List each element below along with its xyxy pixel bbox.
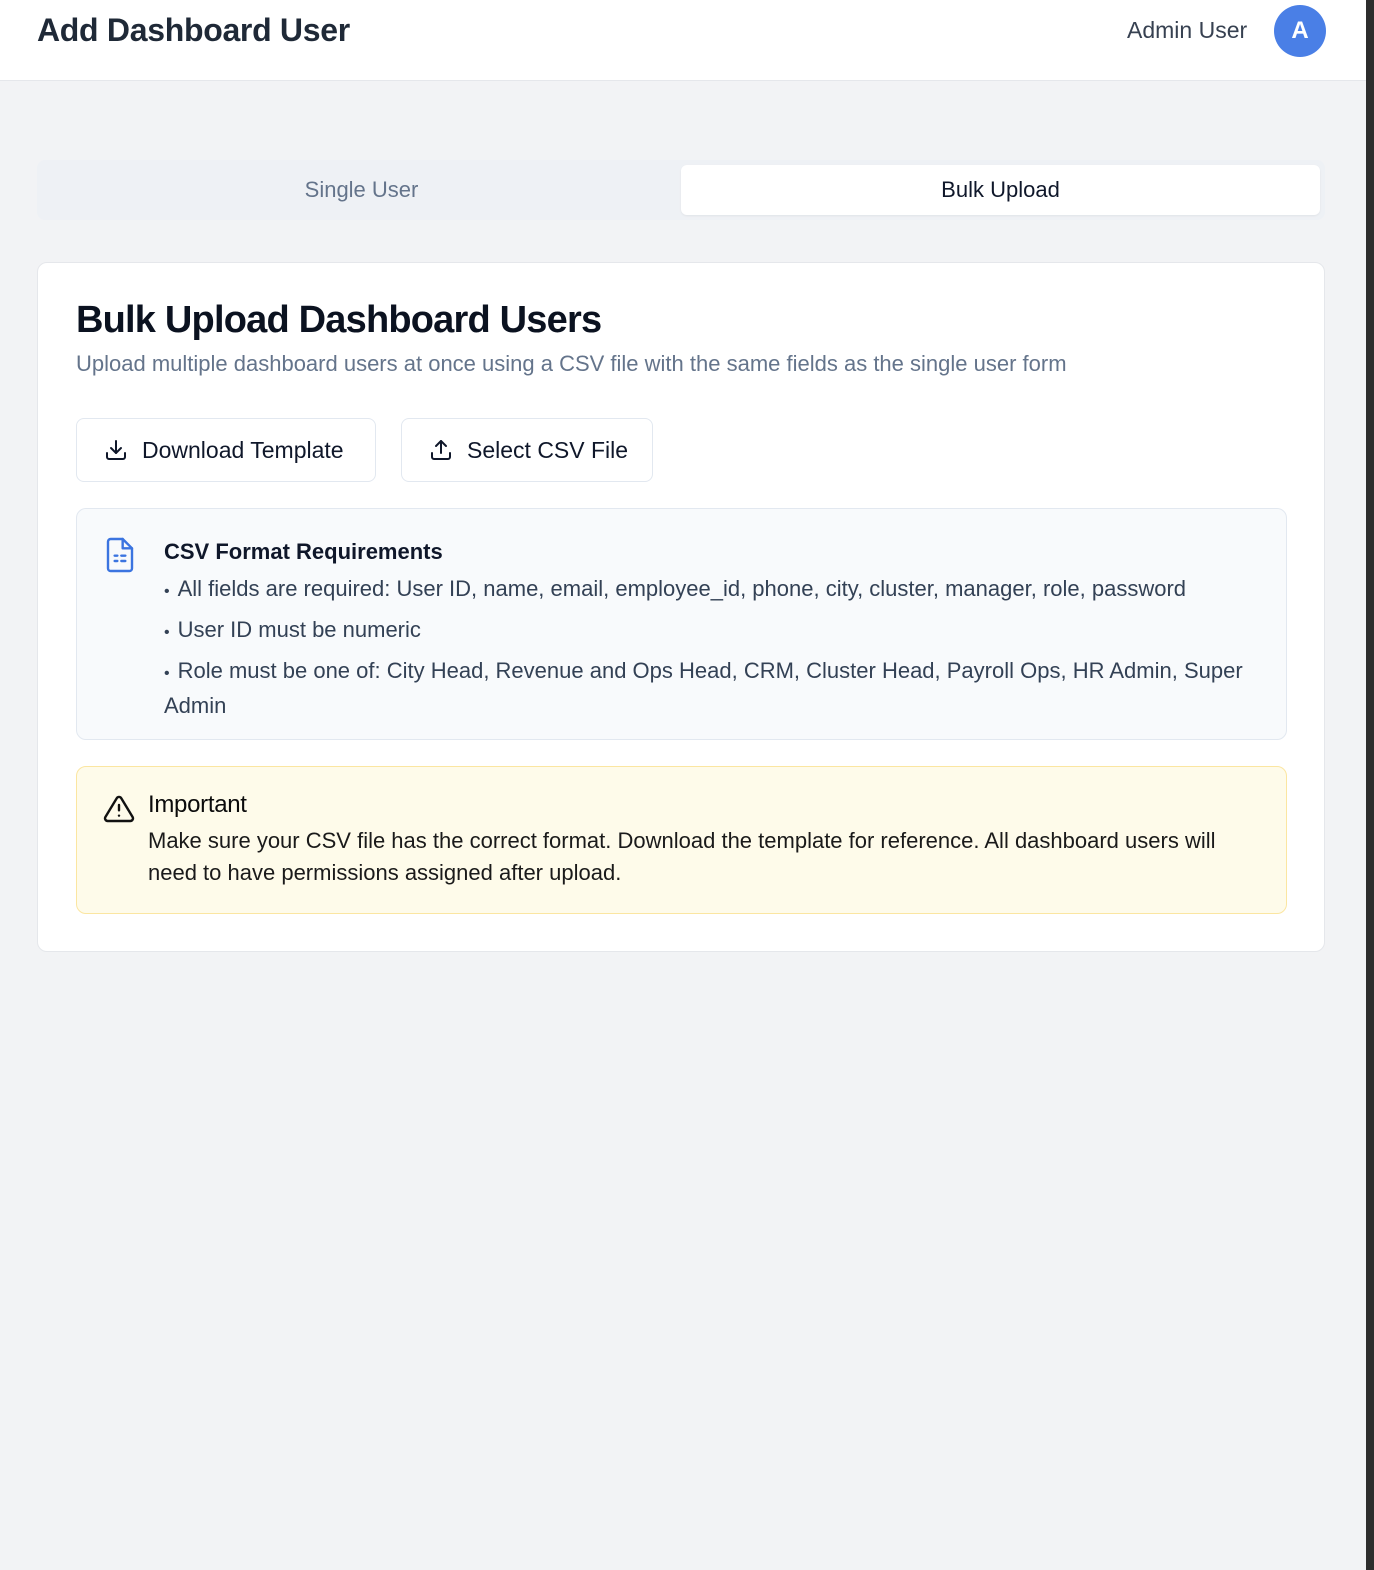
requirements-list: All fields are required: User ID, name, … [164, 573, 1264, 728]
download-template-label: Download Template [142, 436, 344, 463]
avatar[interactable]: A [1274, 5, 1326, 57]
warning-title: Important [148, 791, 247, 818]
list-item: All fields are required: User ID, name, … [164, 573, 1264, 608]
csv-requirements-box: CSV Format Requirements All fields are r… [76, 508, 1287, 740]
upload-icon [429, 438, 453, 462]
card-subtitle: Upload multiple dashboard users at once … [76, 351, 1067, 376]
tab-single-user[interactable]: Single User [42, 165, 681, 215]
page-title: Add Dashboard User [37, 12, 350, 48]
bulk-upload-card: Bulk Upload Dashboard Users Upload multi… [37, 262, 1325, 952]
window-edge [1366, 0, 1374, 1570]
top-bar: Add Dashboard User Admin User A [0, 0, 1366, 81]
list-item: Role must be one of: City Head, Revenue … [164, 655, 1264, 722]
list-item: User ID must be numeric [164, 614, 1264, 649]
important-notice: Important Make sure your CSV file has th… [76, 766, 1287, 914]
select-csv-file-button[interactable]: Select CSV File [401, 418, 653, 482]
download-template-button[interactable]: Download Template [76, 418, 376, 482]
select-csv-file-label: Select CSV File [467, 436, 629, 463]
alert-triangle-icon [102, 793, 136, 825]
requirements-title: CSV Format Requirements [164, 539, 443, 564]
warning-text: Make sure your CSV file has the correct … [148, 828, 1216, 885]
card-title: Bulk Upload Dashboard Users [76, 299, 602, 341]
download-icon [104, 438, 128, 462]
tab-list: Single User Bulk Upload [37, 160, 1325, 220]
tab-bulk-upload[interactable]: Bulk Upload [681, 165, 1320, 215]
file-spreadsheet-icon [104, 537, 136, 573]
current-user-name[interactable]: Admin User [1127, 17, 1247, 44]
